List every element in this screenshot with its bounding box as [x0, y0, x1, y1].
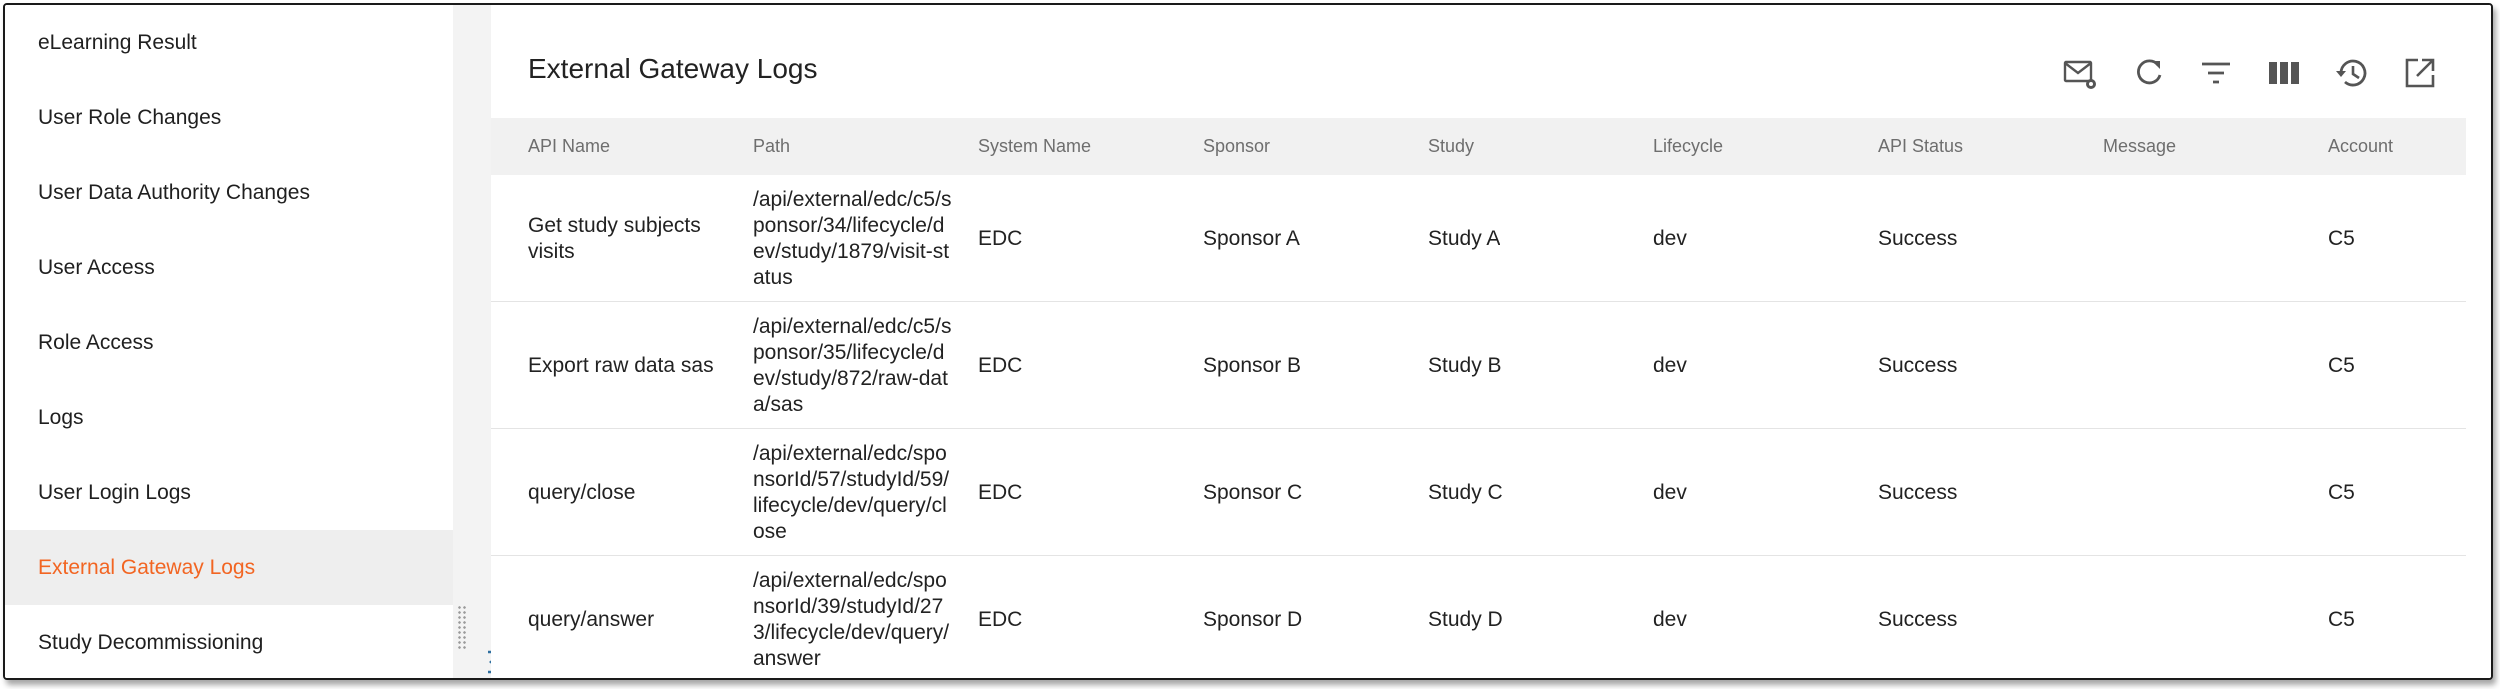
sidebar-item-label: eLearning Result — [38, 31, 197, 54]
cell-sponsor: Sponsor A — [1203, 226, 1300, 250]
sidebar-item-study-decommissioning[interactable]: Study Decommissioning — [5, 605, 453, 678]
table-row[interactable]: Export raw data sas /api/external/edc/c5… — [491, 302, 2466, 429]
column-header-api-name[interactable]: API Name — [528, 118, 610, 175]
cell-api-name: Export raw data sas — [528, 353, 714, 377]
cell-api-status: Success — [1878, 480, 1958, 504]
sidebar: eLearning Result User Role Changes User … — [5, 5, 453, 678]
sidebar-item-label: External Gateway Logs — [38, 556, 256, 579]
sidebar-item-label: User Login Logs — [38, 481, 191, 504]
sidebar-item-logs[interactable]: Logs — [5, 380, 453, 455]
cell-path: /api/external/edc/c5/sponsor/34/lifecycl… — [753, 187, 952, 289]
cell-sponsor: Sponsor C — [1203, 480, 1303, 504]
column-header-api-status[interactable]: API Status — [1878, 118, 1963, 175]
cell-account: C5 — [2328, 353, 2355, 377]
cell-lifecycle: dev — [1653, 480, 1687, 504]
app-window: eLearning Result User Role Changes User … — [3, 3, 2493, 680]
sidebar-item-external-gateway-logs[interactable]: External Gateway Logs — [5, 530, 453, 605]
cell-api-name: query/close — [528, 480, 636, 504]
cell-study: Study D — [1428, 607, 1503, 631]
sidebar-item-elearning-result[interactable]: eLearning Result — [5, 5, 453, 80]
cell-study: Study C — [1428, 480, 1503, 504]
cell-study: Study A — [1428, 226, 1501, 250]
column-header-lifecycle[interactable]: Lifecycle — [1653, 118, 1723, 175]
sidebar-item-user-role-changes[interactable]: User Role Changes — [5, 80, 453, 155]
cell-lifecycle: dev — [1653, 607, 1687, 631]
mail-settings-icon[interactable] — [2062, 55, 2098, 91]
table-row[interactable]: query/answer /api/external/edc/sponsorId… — [491, 556, 2466, 678]
toolbar — [2062, 55, 2442, 91]
cell-account: C5 — [2328, 480, 2355, 504]
cell-system-name: EDC — [978, 226, 1023, 250]
column-header-system-name[interactable]: System Name — [978, 118, 1091, 175]
cell-sponsor: Sponsor D — [1203, 607, 1303, 631]
column-header-message[interactable]: Message — [2103, 118, 2176, 175]
sidebar-gutter — [453, 5, 491, 678]
sidebar-item-role-access[interactable]: Role Access — [5, 305, 453, 380]
sidebar-item-user-login-logs[interactable]: User Login Logs — [5, 455, 453, 530]
cell-api-status: Success — [1878, 353, 1958, 377]
column-header-path[interactable]: Path — [753, 118, 790, 175]
cell-path: /api/external/edc/sponsorId/39/studyId/2… — [753, 568, 950, 670]
cell-path: /api/external/edc/sponsorId/57/studyId/5… — [753, 441, 950, 543]
cell-lifecycle: dev — [1653, 353, 1687, 377]
sidebar-item-label: User Role Changes — [38, 106, 222, 129]
table-header: API Name Path System Name Sponsor Study … — [491, 118, 2466, 175]
table-row[interactable]: Get study subjects visits /api/external/… — [491, 175, 2466, 302]
cell-api-name: Get study subjects visits — [528, 213, 701, 263]
sidebar-item-label: Role Access — [38, 331, 154, 354]
history-icon[interactable] — [2334, 55, 2370, 91]
cell-path: /api/external/edc/c5/sponsor/35/lifecycl… — [753, 314, 952, 416]
cell-system-name: EDC — [978, 480, 1023, 504]
table-row[interactable]: query/close /api/external/edc/sponsorId/… — [491, 429, 2466, 556]
cell-study: Study B — [1428, 353, 1502, 377]
cell-api-status: Success — [1878, 607, 1958, 631]
cell-system-name: EDC — [978, 353, 1023, 377]
cell-account: C5 — [2328, 607, 2355, 631]
resize-handle[interactable] — [457, 605, 467, 651]
sidebar-item-user-access[interactable]: User Access — [5, 230, 453, 305]
open-external-icon[interactable] — [2402, 55, 2438, 91]
page-title: External Gateway Logs — [528, 53, 818, 84]
filter-icon[interactable] — [2198, 55, 2234, 91]
cell-system-name: EDC — [978, 607, 1023, 631]
cell-account: C5 — [2328, 226, 2355, 250]
refresh-icon[interactable] — [2130, 55, 2166, 91]
column-header-study[interactable]: Study — [1428, 118, 1474, 175]
sidebar-item-label: User Data Authority Changes — [38, 181, 310, 204]
cell-sponsor: Sponsor B — [1203, 353, 1302, 377]
cell-api-name: query/answer — [528, 607, 655, 631]
sidebar-item-label: Study Decommissioning — [38, 631, 264, 654]
main-panel: External Gateway Logs API Name Path Syst… — [491, 5, 2491, 678]
columns-icon[interactable] — [2266, 55, 2302, 91]
cell-api-status: Success — [1878, 226, 1958, 250]
column-header-account[interactable]: Account — [2328, 118, 2394, 175]
sidebar-item-label: Logs — [38, 406, 84, 429]
column-header-sponsor[interactable]: Sponsor — [1203, 118, 1270, 175]
sidebar-item-user-data-authority-changes[interactable]: User Data Authority Changes — [5, 155, 453, 230]
cell-lifecycle: dev — [1653, 226, 1687, 250]
sidebar-item-label: User Access — [38, 256, 155, 279]
